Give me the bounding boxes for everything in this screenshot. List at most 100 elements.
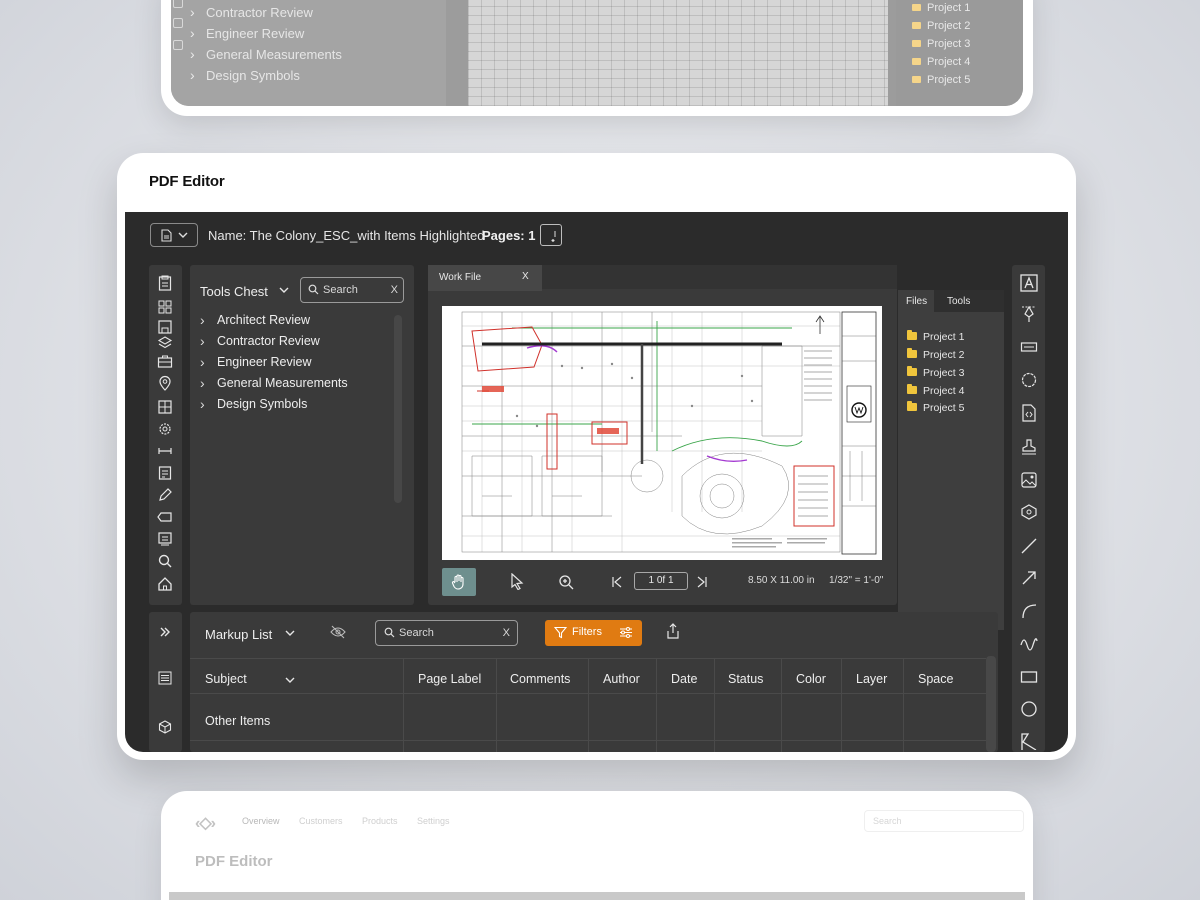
clear-search-button[interactable]: X bbox=[503, 627, 510, 639]
tab-files[interactable]: Files bbox=[906, 296, 927, 307]
share-icon[interactable] bbox=[666, 623, 680, 639]
page-indicator[interactable]: 1 0f 1 bbox=[634, 572, 688, 590]
chevron-down-icon[interactable] bbox=[285, 627, 295, 639]
files-tab-strip: Files Tools bbox=[898, 290, 1004, 312]
tab-work-file[interactable]: Work File X bbox=[428, 265, 542, 291]
gear-icon[interactable] bbox=[157, 421, 173, 437]
column-header-subject[interactable]: Subject bbox=[205, 672, 247, 686]
project-item[interactable]: Project 3 bbox=[907, 366, 964, 379]
polyline-icon[interactable] bbox=[1020, 732, 1038, 750]
column-header-comments[interactable]: Comments bbox=[510, 672, 570, 686]
list-icon[interactable] bbox=[158, 671, 172, 685]
nav-overview[interactable]: Overview bbox=[242, 816, 280, 826]
double-chevron-right-icon[interactable] bbox=[158, 625, 172, 639]
code-file-icon[interactable] bbox=[1020, 404, 1038, 422]
background-card-top-content: Contractor Review Engineer Review Genera… bbox=[171, 0, 1023, 106]
save-icon[interactable] bbox=[157, 319, 173, 335]
notes-icon[interactable] bbox=[157, 465, 173, 481]
grid-icon[interactable] bbox=[157, 299, 173, 315]
home-icon[interactable] bbox=[157, 576, 173, 592]
tools-chest-title[interactable]: Tools Chest bbox=[200, 284, 268, 299]
background-card-top: Contractor Review Engineer Review Genera… bbox=[161, 0, 1033, 116]
first-page-icon[interactable] bbox=[611, 576, 623, 588]
ghost-icon bbox=[173, 18, 183, 28]
column-divider bbox=[714, 658, 715, 752]
tools-search-input[interactable]: Search X bbox=[300, 277, 404, 303]
markup-search-input[interactable]: Search X bbox=[375, 620, 518, 646]
clipboard-icon[interactable] bbox=[157, 275, 173, 291]
project-item[interactable]: Project 2 bbox=[907, 348, 964, 361]
column-header-space[interactable]: Space bbox=[918, 672, 953, 686]
ghost-search-input[interactable]: Search bbox=[864, 810, 1024, 832]
ellipse-icon[interactable] bbox=[1020, 700, 1038, 718]
search-icon[interactable] bbox=[157, 553, 173, 569]
left-tool-strip bbox=[149, 265, 182, 605]
column-header-author[interactable]: Author bbox=[603, 672, 640, 686]
column-header-page-label[interactable]: Page Label bbox=[418, 672, 481, 686]
project-item[interactable]: Project 1 bbox=[907, 330, 964, 343]
image-icon[interactable] bbox=[1020, 471, 1038, 489]
column-header-date[interactable]: Date bbox=[671, 672, 697, 686]
pdf-page-canvas[interactable] bbox=[442, 306, 882, 560]
project-label: Project 4 bbox=[923, 385, 965, 397]
stamp-bar-icon[interactable] bbox=[1020, 338, 1038, 356]
pen-icon[interactable] bbox=[157, 487, 173, 503]
tree-item-design-symbols[interactable]: › Design Symbols bbox=[200, 397, 307, 411]
eye-off-icon[interactable] bbox=[330, 625, 346, 639]
last-page-icon[interactable] bbox=[696, 576, 708, 588]
filters-button[interactable]: Filters bbox=[545, 620, 642, 646]
chevron-down-icon bbox=[178, 232, 187, 238]
line-icon[interactable] bbox=[1020, 537, 1038, 555]
search-placeholder: Search bbox=[399, 627, 434, 639]
chevron-down-icon[interactable] bbox=[279, 284, 289, 296]
project-item[interactable]: Project 5 bbox=[907, 401, 964, 414]
stamp-icon[interactable] bbox=[1020, 438, 1038, 456]
calculator-icon[interactable] bbox=[157, 399, 173, 415]
cursor-icon[interactable] bbox=[510, 573, 524, 590]
tree-item-architect-review[interactable]: › Architect Review bbox=[200, 313, 310, 327]
pen-nib-icon[interactable] bbox=[1020, 305, 1038, 323]
pan-tool-button[interactable] bbox=[442, 568, 476, 596]
tab-tools[interactable]: Tools bbox=[947, 296, 970, 307]
markup-list-title[interactable]: Markup List bbox=[205, 627, 272, 642]
tools-scrollbar[interactable] bbox=[394, 315, 402, 503]
print-icon[interactable] bbox=[157, 531, 173, 547]
polygon-icon[interactable] bbox=[1020, 503, 1038, 521]
nav-customers[interactable]: Customers bbox=[299, 816, 343, 826]
cube-icon[interactable] bbox=[158, 720, 172, 734]
table-row[interactable]: Other Items bbox=[205, 714, 270, 728]
project-item[interactable]: Project 4 bbox=[907, 384, 965, 397]
text-tool-icon[interactable] bbox=[1020, 274, 1038, 292]
tree-item-engineer-review[interactable]: › Engineer Review bbox=[200, 355, 312, 369]
nav-settings[interactable]: Settings bbox=[417, 816, 450, 826]
add-page-button[interactable] bbox=[540, 224, 562, 246]
rectangle-icon[interactable] bbox=[1020, 668, 1038, 686]
folder-icon bbox=[907, 384, 917, 394]
layers-icon[interactable] bbox=[157, 335, 173, 351]
location-pin-icon[interactable] bbox=[157, 375, 173, 391]
toolbox-icon[interactable] bbox=[157, 353, 173, 369]
chevron-down-icon[interactable] bbox=[285, 676, 295, 684]
clear-search-button[interactable]: X bbox=[391, 284, 398, 296]
arrow-icon[interactable] bbox=[1020, 569, 1038, 587]
hand-icon bbox=[451, 574, 464, 590]
document-menu-button[interactable] bbox=[150, 223, 198, 247]
markup-scrollbar[interactable] bbox=[986, 656, 996, 752]
zoom-in-icon[interactable] bbox=[558, 574, 574, 590]
nav-products[interactable]: Products bbox=[362, 816, 398, 826]
column-header-status[interactable]: Status bbox=[728, 672, 763, 686]
freehand-icon[interactable] bbox=[1020, 635, 1038, 653]
tab-close-button[interactable]: X bbox=[522, 271, 529, 282]
add-page-icon bbox=[551, 231, 556, 242]
tag-icon[interactable] bbox=[157, 509, 173, 525]
column-header-layer[interactable]: Layer bbox=[856, 672, 887, 686]
folder-icon bbox=[907, 366, 917, 376]
column-header-color[interactable]: Color bbox=[796, 672, 826, 686]
chevron-right-icon: › bbox=[200, 312, 205, 328]
ghost-project: Project 3 bbox=[912, 38, 970, 50]
arc-icon[interactable] bbox=[1020, 602, 1038, 620]
tree-item-contractor-review[interactable]: › Contractor Review bbox=[200, 334, 320, 348]
cloud-shape-icon[interactable] bbox=[1020, 371, 1038, 389]
measure-icon[interactable] bbox=[157, 443, 173, 459]
tree-item-general-measurements[interactable]: › General Measurements bbox=[200, 376, 348, 390]
